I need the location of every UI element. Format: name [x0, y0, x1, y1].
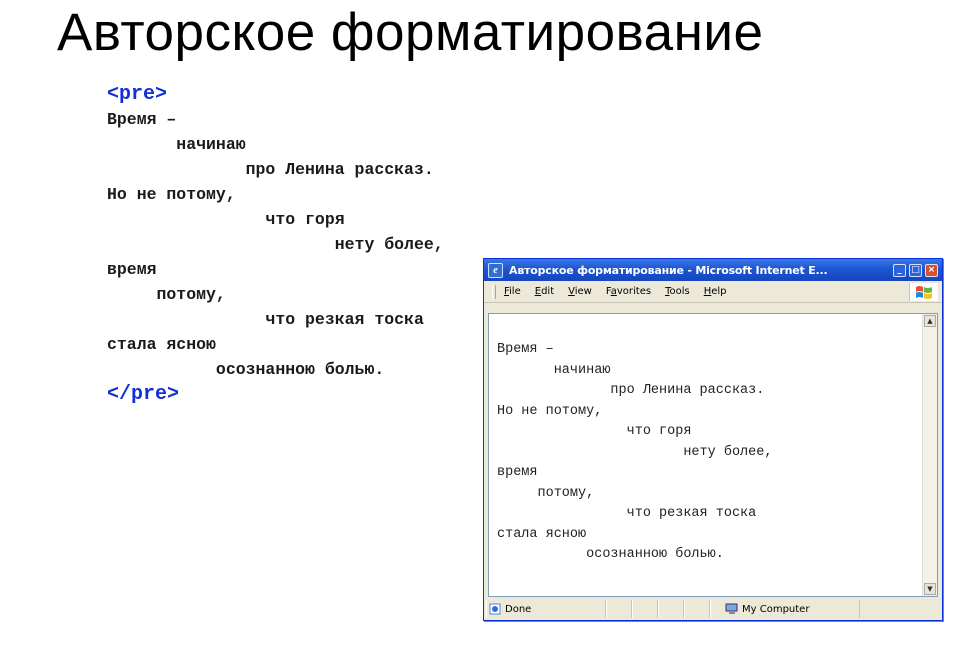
page-line: потому, [497, 485, 595, 501]
minimize-button[interactable]: _ [893, 263, 906, 277]
page-line: время [497, 465, 538, 480]
code-line: что резкая тоска [107, 310, 424, 329]
page-line: нету более, [497, 444, 773, 460]
page-line: про Ленина рассказ. [497, 383, 765, 398]
code-line: что горя [107, 210, 345, 229]
code-line: осознанною болью. [107, 360, 385, 379]
status-cell-empty [632, 600, 658, 618]
code-line: Время – [107, 110, 177, 129]
pre-close-tag: </pre> [107, 383, 180, 406]
page-content[interactable]: Время – начинаю про Ленина рассказ. Но н… [488, 313, 938, 597]
page-line: Но не потому, [497, 403, 603, 419]
computer-icon [725, 603, 738, 614]
menu-tools[interactable]: Tools [665, 286, 690, 297]
menu-help[interactable]: Help [704, 286, 727, 297]
menu-file[interactable]: File [504, 286, 521, 297]
code-listing: <pre> Время – начинаю про Ленина рассказ… [107, 82, 444, 407]
code-line: начинаю [107, 135, 246, 154]
page-line: Время – [497, 342, 554, 357]
security-zone: My Computer [710, 600, 860, 618]
rendered-preformatted-text: Время – начинаю про Ленина рассказ. Но н… [497, 340, 772, 566]
menu-favorites[interactable]: Favorites [606, 286, 651, 297]
page-line: осознанною болью. [497, 547, 724, 562]
status-text: Done [505, 603, 532, 615]
zone-label: My Computer [742, 603, 810, 615]
page-line: что резкая тоска [497, 506, 757, 521]
windows-flag-icon [909, 283, 938, 301]
toolbar-grip[interactable] [492, 284, 496, 299]
close-button[interactable]: × [925, 263, 938, 277]
slide-title: Авторское форматирование [57, 3, 764, 62]
vertical-scrollbar[interactable]: ▲ ▼ [922, 314, 937, 596]
menu-edit[interactable]: Edit [535, 286, 554, 297]
scroll-down-button[interactable]: ▼ [924, 583, 936, 595]
page-line: начинаю [497, 362, 611, 378]
maximize-button[interactable]: □ [909, 263, 922, 277]
status-cell-empty [606, 600, 632, 618]
code-line: время [107, 260, 157, 279]
status-bar: Done My Computer [486, 600, 940, 618]
pre-open-tag: <pre> [107, 83, 168, 106]
code-line: нету более, [107, 235, 444, 254]
window-title: Авторское форматирование - Microsoft Int… [509, 263, 828, 277]
status-text-cell: Done [486, 600, 606, 618]
status-cell-empty [658, 600, 684, 618]
code-line: потому, [107, 285, 226, 304]
menu-view[interactable]: View [568, 286, 592, 297]
ie-page-icon [489, 603, 501, 615]
menu-bar: File Edit View Favorites Tools Help [484, 281, 942, 303]
status-cell-empty [684, 600, 710, 618]
code-line: про Ленина рассказ. [107, 160, 434, 179]
ie-app-icon: e [488, 262, 503, 278]
page-line: что горя [497, 424, 692, 439]
ie-window: e Авторское форматирование - Microsoft I… [483, 258, 943, 621]
code-line: Но не потому, [107, 185, 236, 204]
window-titlebar[interactable]: e Авторское форматирование - Microsoft I… [484, 259, 942, 281]
page-line: стала ясною [497, 526, 587, 542]
scroll-up-button[interactable]: ▲ [924, 315, 936, 327]
code-line: стала ясною [107, 335, 216, 354]
